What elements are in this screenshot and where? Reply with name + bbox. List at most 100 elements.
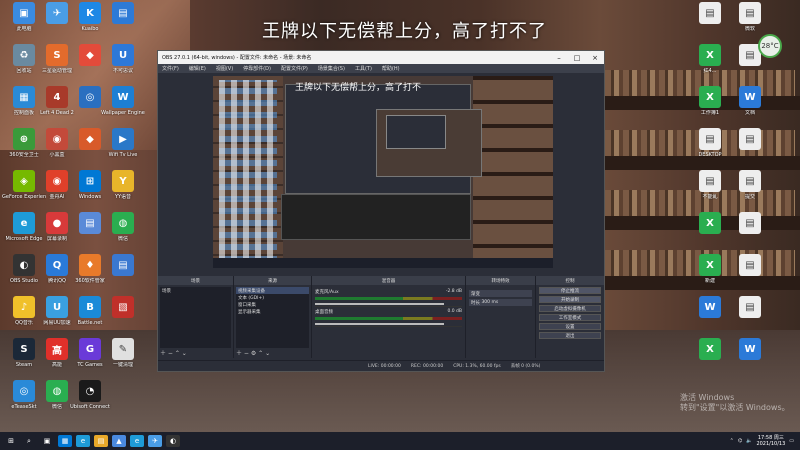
source-item[interactable]: 窗口采集 [236,301,309,308]
app-icon: 4 [46,86,68,108]
app-icon: ◆ [79,44,101,66]
desktop-icon[interactable]: ▤ DESKTOP [688,128,732,158]
tray-volume-icon[interactable]: 🔈 [746,438,752,444]
taskbar-app-icon[interactable]: e [76,435,90,447]
source-item[interactable]: 视频采集设备 [236,287,309,294]
taskbar-app-icon[interactable]: ⊞ [4,435,18,447]
control-button[interactable]: 退出 [539,332,601,339]
taskbar-app-icon[interactable]: e [130,435,144,447]
taskbar-app-icon[interactable]: ⌕ [22,435,36,447]
channel-db: 0.0 dB [447,309,462,314]
desktop-icon[interactable]: Y YY语音 [101,170,145,200]
app-icon: ▤ [739,170,761,192]
desktop-icon[interactable]: ▶ Wifi Tv Live [101,128,145,158]
app-icon: ◆ [79,128,101,150]
controls-buttons: 停止推流开始录制启动虚拟摄像机 工作室模式设置退出 [536,287,604,339]
control-button[interactable]: 启动虚拟摄像机 [539,305,601,312]
source-item[interactable]: 显示器采集 [236,308,309,315]
minimize-icon[interactable]: – [550,54,568,62]
taskbar-app-icon[interactable]: ▲ [112,435,126,447]
desktop-icon[interactable]: X 新建 [688,254,732,284]
desktop-icon[interactable]: ◔ Ubisoft Connect [68,380,112,410]
menu-item[interactable]: 工具(T) [355,65,372,72]
weather-widget[interactable]: 28°C [758,34,782,58]
desktop-icon[interactable]: W Wallpaper Engine [101,86,145,116]
scene-toolbar[interactable]: ＋ − ⌃ ⌄ [160,348,187,357]
control-button[interactable]: 工作室模式 [539,314,601,321]
app-icon: ▤ [699,170,721,192]
desktop-icon[interactable]: X [688,338,732,362]
menu-item[interactable]: 文件(F) [162,65,179,72]
tray-chevron-icon[interactable]: ⌃ [730,438,734,444]
taskbar-app-icon[interactable]: ✈ [148,435,162,447]
desktop-icon[interactable]: ▧ [101,296,145,320]
scene-item[interactable]: 场景 [160,287,231,294]
desktop-icon-label: Wallpaper Engine [101,110,145,116]
app-icon: ⊕ [13,128,35,150]
preview-caption: 王牌以下无偿帮上分，高了打不 [295,83,422,93]
desktop-icon[interactable]: ▤ [728,212,772,236]
desktop-icon[interactable]: ▤ 不能乱 [688,170,732,200]
app-icon: ● [46,212,68,234]
transition-duration[interactable]: 时长 300 ms [469,299,532,306]
desktop-icon[interactable]: W [728,338,772,362]
desktop-icon[interactable]: X 红4... [688,44,732,74]
clock[interactable]: 17:58 周三 2021/10/13 [756,435,785,447]
taskbar-app-icon[interactable]: ▤ [94,435,108,447]
obs-window[interactable]: OBS 27.0.1 (64-bit, windows) - 配置文件: 未命名… [157,50,605,372]
source-item[interactable]: 文本 (GDI+) [236,294,309,301]
menu-item[interactable]: 场景集合(S) [318,65,345,72]
desktop-icon[interactable]: ▤ 提交 [728,170,772,200]
taskbar-app-icon[interactable]: ◐ [166,435,180,447]
taskbar-app-icon[interactable]: ▦ [58,435,72,447]
taskbar-app-icon[interactable]: ▣ [40,435,54,447]
app-icon: X [699,254,721,276]
app-icon: ▤ [739,128,761,150]
control-button[interactable]: 停止推流 [539,287,601,294]
menu-item[interactable]: 帮助(H) [382,65,400,72]
desktop-icon[interactable]: ✎ 一键清理 [101,338,145,368]
mixer-channel: 桌面音频 0.0 dB [315,309,462,327]
status-live: LIVE: 00:00:00 [368,363,401,369]
close-icon[interactable]: × [586,54,604,62]
app-icon: X [699,212,721,234]
notification-icon[interactable]: ▭ [789,438,794,444]
desktop-icon-label: Kuaibo [81,26,99,32]
maximize-icon[interactable]: □ [568,54,586,62]
desktop-icon[interactable]: X [688,212,732,236]
desktop-icon[interactable]: ▤ [101,254,145,278]
desktop-icon-label: 一键清理 [112,362,133,368]
desktop-icon[interactable]: ▤ [728,128,772,152]
tray-network-icon[interactable]: ⌬ [738,438,742,444]
obs-statusbar: LIVE: 00:00:00 REC: 00:00:00 CPU: 1.3%, … [158,360,604,371]
desktop-icon[interactable]: W [688,296,732,320]
desktop-icon[interactable]: X 工作簿1 [688,86,732,116]
menu-item[interactable]: 编辑(E) [189,65,206,72]
desktop-icon-label: Battle.net [77,320,103,326]
desktop-icon[interactable]: U 不可思议 [101,44,145,74]
volume-slider[interactable] [315,323,445,325]
desktop-icon[interactable]: ◍ 微信 [101,212,145,242]
desktop-icon[interactable]: ▤ [728,296,772,320]
menu-item[interactable]: 配置文件(P) [281,65,308,72]
desktop-icon[interactable]: ▤ [728,254,772,278]
menu-item[interactable]: 视图(V) [216,65,233,72]
obs-titlebar[interactable]: OBS 27.0.1 (64-bit, windows) - 配置文件: 未命名… [158,51,604,64]
control-button[interactable]: 设置 [539,323,601,330]
desktop-icon[interactable]: ▤ 微软 [728,2,772,32]
obs-menubar: 文件(F) 编辑(E) 视图(V) 停靠部件(D) 配置文件(P) 场景集合(S) 工具(T… [158,64,604,73]
status-cpu: CPU: 1.3%, 60.00 fps [453,363,501,369]
app-icon: ▦ [13,86,35,108]
source-toolbar[interactable]: ＋ − ⚙ ⌃ ⌄ [236,348,270,357]
volume-slider[interactable] [315,303,445,305]
desktop-icon[interactable]: ▤ [101,2,145,26]
desktop-icon[interactable]: ▤ [688,2,732,26]
scene-list[interactable]: 场景 [160,287,231,348]
obs-preview[interactable]: 王牌以下无偿帮上分，高了打不 [213,76,553,268]
menu-item[interactable]: 停靠部件(D) [243,65,271,72]
desktop-icon[interactable]: W 文档 [728,86,772,116]
transition-select[interactable]: 渐变 [469,290,532,297]
control-button[interactable]: 开始录制 [539,296,601,303]
preview-nested-docks [281,194,471,240]
source-list[interactable]: 视频采集设备 文本 (GDI+) 窗口采集 显示器采集 [236,287,309,348]
